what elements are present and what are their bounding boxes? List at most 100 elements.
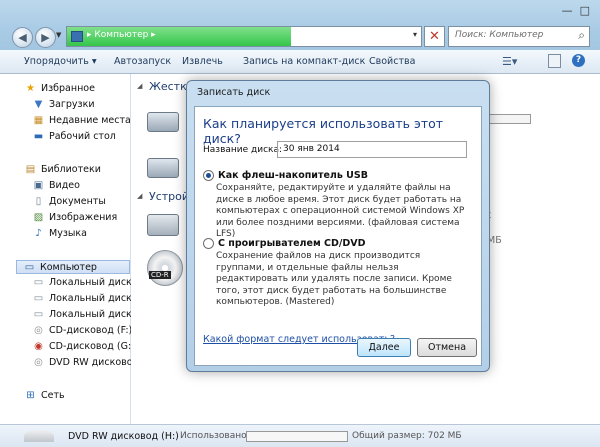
- forward-arrow-icon: ▶: [41, 31, 50, 44]
- search-icon: ⌕: [578, 28, 585, 42]
- option-cd-radio[interactable]: [203, 238, 214, 249]
- cd-disc-icon[interactable]: CD-R: [147, 250, 183, 286]
- sidebar-item-computer[interactable]: ▭ Компьютер: [16, 260, 130, 274]
- sidebar-item-local-c[interactable]: ▭ Локальный диск (C: [32, 277, 145, 288]
- hard-drive-icon[interactable]: [147, 112, 179, 132]
- history-dropdown-icon[interactable]: ▼: [56, 31, 61, 39]
- sidebar-item-pictures[interactable]: ▨ Изображения: [32, 212, 117, 223]
- cd-drive-icon: ◉: [34, 341, 43, 352]
- details-pane: DVD RW дисковод (H:) Использовано: Общий…: [0, 424, 600, 447]
- dialog-title: Записать диск: [197, 87, 271, 98]
- downloads-icon: ▼: [34, 99, 43, 110]
- desktop-icon: ▬: [33, 131, 44, 142]
- sidebar-item-label: Рабочий стол: [49, 131, 116, 142]
- network-icon: ⊞: [26, 390, 35, 401]
- hard-drive-icon: ▭: [33, 293, 44, 304]
- search-input[interactable]: Поиск: Компьютер: [455, 30, 543, 40]
- cd-drive-icon[interactable]: [147, 214, 179, 236]
- back-button[interactable]: ◀: [12, 27, 33, 48]
- sidebar-item-video[interactable]: ▣ Видео: [32, 180, 80, 191]
- sidebar-item-documents[interactable]: ▯ Документы: [32, 196, 106, 207]
- dvd-drive-icon: ◎: [34, 357, 43, 368]
- dvd-drive-icon: [24, 430, 54, 442]
- collapse-icon[interactable]: ◢: [137, 192, 142, 200]
- disc-name-input[interactable]: 30 янв 2014: [277, 141, 467, 158]
- address-text: ▸ Компьютер ▸: [87, 30, 156, 40]
- sidebar-item-label: CD-дисковод (F:): [49, 325, 133, 336]
- command-bar: Упорядочить ▾ Автозапуск Извлечь Запись …: [0, 50, 600, 74]
- sidebar-item-network[interactable]: ⊞ Сеть: [24, 390, 65, 401]
- status-usage-bar: [246, 431, 348, 442]
- navigation-pane: ★ Избранное ▼ Загрузки ▦ Недавние места ▬ Ра…: [0, 74, 148, 446]
- sidebar-item-cd-g[interactable]: ◉ CD-дисковод (G:) C: [32, 341, 144, 352]
- status-used-label: Использовано:: [180, 431, 250, 441]
- next-button[interactable]: Далее: [357, 338, 411, 357]
- burn-button[interactable]: Запись на компакт-диск: [243, 56, 365, 67]
- status-total-size: Общий размер: 702 МБ: [352, 431, 462, 441]
- sidebar-item-recent[interactable]: ▦ Недавние места: [32, 115, 131, 126]
- sidebar-item-label: Изображения: [49, 212, 118, 223]
- preview-pane-icon[interactable]: [548, 54, 561, 68]
- view-options-icon[interactable]: ☰▾: [502, 55, 517, 68]
- recent-places-icon: ▦: [33, 115, 44, 126]
- sidebar-item-label: Избранное: [41, 83, 95, 94]
- sidebar-item-label: Недавние места: [49, 115, 131, 126]
- option-cd-radio-row[interactable]: С проигрывателем CD/DVD: [203, 238, 365, 249]
- dialog-body: Как планируется использовать этот диск? …: [194, 106, 482, 366]
- address-dropdown-icon[interactable]: ▾: [413, 30, 417, 39]
- sidebar-item-local-d[interactable]: ▭ Локальный диск (D: [32, 293, 146, 304]
- music-icon: ♪: [35, 228, 42, 239]
- option-usb-title[interactable]: Как флеш-накопитель USB: [218, 170, 368, 181]
- back-arrow-icon: ◀: [18, 31, 27, 44]
- address-bar[interactable]: ▸ Компьютер ▸ ▾: [66, 26, 422, 47]
- help-icon[interactable]: ?: [572, 54, 585, 67]
- sidebar-item-label: Видео: [49, 180, 80, 191]
- sidebar-item-label: Документы: [49, 196, 106, 207]
- sidebar-item-label: Музыка: [49, 228, 87, 239]
- option-usb-radio-row[interactable]: Как флеш-накопитель USB: [203, 170, 368, 181]
- burn-disc-dialog: Записать диск Как планируется использова…: [186, 80, 490, 372]
- option-usb-description: Сохраняйте, редактируйте и удаляйте файл…: [216, 183, 465, 239]
- video-icon: ▣: [33, 180, 44, 191]
- organize-button[interactable]: Упорядочить ▾: [24, 56, 97, 67]
- forward-button[interactable]: ▶: [35, 27, 56, 48]
- properties-button[interactable]: Свойства: [369, 56, 415, 67]
- sidebar-item-label: Библиотеки: [41, 164, 101, 175]
- cd-drive-icon: ◎: [34, 325, 43, 336]
- computer-icon: [71, 31, 83, 42]
- sidebar-item-libraries[interactable]: ▤ Библиотеки: [24, 164, 101, 175]
- sidebar-item-desktop[interactable]: ▬ Рабочий стол: [32, 131, 116, 142]
- drive-usage-bar: [489, 114, 531, 124]
- stop-icon[interactable]: ✕: [424, 26, 445, 47]
- status-drive-name: DVD RW дисковод (H:): [68, 431, 179, 442]
- sidebar-item-music[interactable]: ♪ Музыка: [32, 228, 87, 239]
- cd-label: CD-R: [149, 271, 171, 279]
- libraries-icon: ▤: [25, 164, 36, 175]
- sidebar-item-dvd-h[interactable]: ◎ DVD RW дисковод (: [32, 357, 146, 368]
- eject-button[interactable]: Извлечь: [182, 56, 223, 67]
- devices-group-header: Устрой: [149, 190, 190, 203]
- pictures-icon: ▨: [33, 212, 44, 223]
- hard-drive-icon[interactable]: [147, 158, 179, 178]
- hard-drive-icon: ▭: [33, 277, 44, 288]
- sidebar-item-favorites[interactable]: ★ Избранное: [24, 83, 95, 94]
- documents-icon: ▯: [35, 196, 42, 207]
- option-usb-radio[interactable]: [203, 170, 214, 181]
- sidebar-item-label: Сеть: [41, 390, 65, 401]
- sidebar-item-downloads[interactable]: ▼ Загрузки: [32, 99, 95, 110]
- autoplay-button[interactable]: Автозапуск: [114, 56, 171, 67]
- window-controls[interactable]: — □: [562, 4, 590, 17]
- star-icon: ★: [26, 83, 35, 94]
- computer-icon: ▭: [24, 261, 35, 273]
- search-box[interactable]: Поиск: Компьютер ⌕: [448, 26, 590, 47]
- title-bar: — □ ◀ ▶ ▼ ▸ Компьютер ▸ ▾ ✕ Поиск: Компь…: [0, 0, 600, 50]
- option-cd-title[interactable]: С проигрывателем CD/DVD: [218, 238, 365, 249]
- disc-name-label: Название диска:: [203, 145, 283, 155]
- cancel-button[interactable]: Отмена: [417, 338, 477, 357]
- radio-dot: [206, 173, 211, 178]
- sidebar-item-label: Компьютер: [40, 261, 97, 273]
- hard-drive-icon: ▭: [33, 309, 44, 320]
- collapse-icon[interactable]: ◢: [137, 82, 142, 90]
- sidebar-item-cd-f[interactable]: ◎ CD-дисковод (F:): [32, 325, 132, 336]
- option-cd-description: Сохранение файлов на диск производится г…: [216, 251, 452, 307]
